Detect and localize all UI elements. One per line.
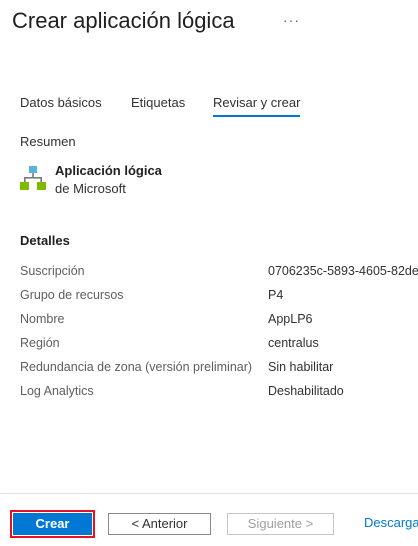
more-options-icon[interactable]: ···	[283, 12, 300, 28]
create-button[interactable]: Crear	[10, 510, 95, 538]
tab-review-create[interactable]: Revisar y crear	[213, 95, 301, 117]
summary-publisher: de Microsoft	[55, 181, 126, 196]
detail-label-name: Nombre	[20, 312, 65, 326]
footer-divider	[0, 493, 418, 494]
page-title: Crear aplicación lógica	[12, 8, 235, 33]
detail-label-resource-group: Grupo de recursos	[20, 288, 124, 302]
logic-app-icon	[20, 166, 46, 190]
detail-label-region: Región	[20, 336, 60, 350]
next-button: Siguiente >	[227, 513, 334, 535]
detail-value-log-analytics: Deshabilitado	[268, 384, 344, 398]
detail-value-resource-group: P4	[268, 288, 284, 302]
detail-label-subscription: Suscripción	[20, 264, 85, 278]
tab-tags[interactable]: Etiquetas	[131, 95, 185, 110]
detail-value-subscription: 0706235c-5893-4605-82de	[268, 264, 418, 278]
summary-product-title: Aplicación lógica	[55, 163, 162, 178]
summary-heading: Resumen	[20, 134, 76, 149]
detail-value-name: AppLP6	[268, 312, 313, 326]
tab-basics[interactable]: Datos básicos	[20, 95, 102, 110]
detail-value-zone-redundancy: Sin habilitar	[268, 360, 334, 374]
previous-button[interactable]: < Anterior	[108, 513, 211, 535]
create-logic-app-page: Crear aplicación lógica ··· Datos básico…	[0, 0, 418, 546]
download-template-link[interactable]: Descargar	[364, 515, 418, 530]
detail-value-region: centralus	[268, 336, 319, 350]
detail-label-zone-redundancy: Redundancia de zona (versión preliminar)	[20, 360, 253, 374]
detail-label-log-analytics: Log Analytics	[20, 384, 94, 398]
details-heading: Detalles	[20, 233, 70, 248]
